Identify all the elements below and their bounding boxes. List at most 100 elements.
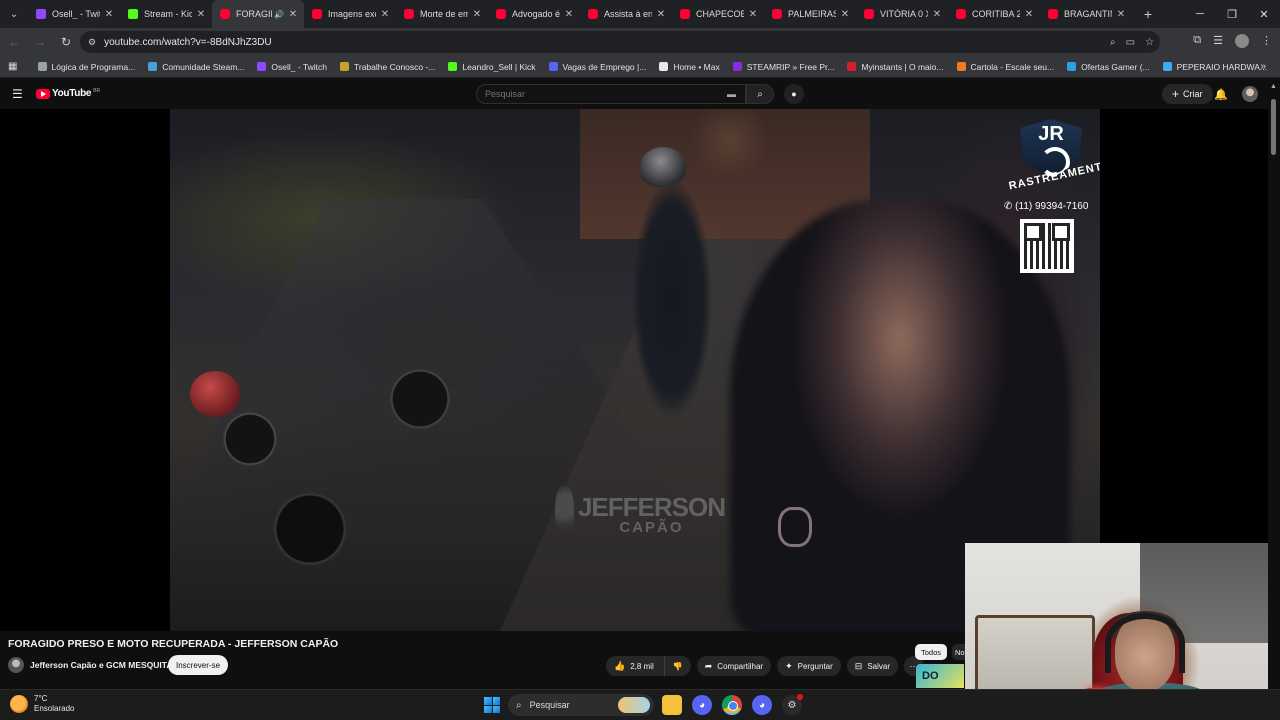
browser-tab[interactable]: Imagens exc ✕ xyxy=(304,0,396,28)
tab-close-icon[interactable]: ✕ xyxy=(472,9,482,20)
tab-close-icon[interactable]: ✕ xyxy=(932,9,942,20)
browser-tool-icons: ⧉ ☰ ⋮ xyxy=(1193,34,1272,48)
watermark-text: JEFFERSON CAPÃO xyxy=(578,494,726,535)
browser-menu-icon[interactable]: ⋮ xyxy=(1261,34,1272,48)
tab-close-icon[interactable]: ✕ xyxy=(1116,9,1126,20)
dislike-button[interactable]: 👎 xyxy=(664,656,691,676)
browser-tab[interactable]: BRAGANTIN ✕ xyxy=(1040,0,1132,28)
taskbar-search[interactable]: ⌕ Pesquisar xyxy=(508,694,654,716)
tab-title: Advogado é xyxy=(512,9,560,19)
tab-search-menu-button[interactable]: ⌄ xyxy=(0,0,28,28)
bookmark-item[interactable]: Leandro_Sell | Kick xyxy=(448,62,536,72)
recommended-thumbnail[interactable]: DO xyxy=(916,664,964,688)
bookmark-item[interactable]: Cartola - Escale seu... xyxy=(956,62,1054,72)
discord-icon[interactable]: ◕ xyxy=(692,695,712,715)
browser-tab[interactable]: Advogado é ✕ xyxy=(488,0,580,28)
browser-tab[interactable]: Osell_ - Twitch ✕ xyxy=(28,0,120,28)
reload-button[interactable]: ↻ xyxy=(54,30,78,54)
more-bookmarks-icon[interactable]: » xyxy=(1260,61,1266,72)
site-info-icon[interactable]: ⚙ xyxy=(88,37,96,48)
tab-close-icon[interactable]: ✕ xyxy=(380,9,390,20)
bookmark-label: Ofertas Gamer (... xyxy=(1081,61,1150,72)
windows-start-button[interactable] xyxy=(484,697,500,713)
file-explorer-icon[interactable] xyxy=(662,695,682,715)
bookmark-item[interactable]: Myinstants | O maio... xyxy=(847,62,944,72)
youtube-account-avatar[interactable] xyxy=(1242,86,1258,102)
youtube-icon xyxy=(496,9,506,19)
save-button[interactable]: ⊟ Salvar xyxy=(846,656,899,676)
scrollbar-thumb[interactable] xyxy=(1271,99,1276,155)
voice-search-button[interactable]: ● xyxy=(784,84,804,104)
bookmark-favicon-icon xyxy=(148,62,158,71)
bookmark-star-icon[interactable]: ☆ xyxy=(1145,37,1154,48)
tab-close-icon[interactable]: ✕ xyxy=(748,9,758,20)
browser-tab[interactable]: Stream - Kick ✕ xyxy=(120,0,212,28)
extensions-icon[interactable]: ⧉ xyxy=(1193,34,1201,48)
create-button[interactable]: + Criar xyxy=(1162,84,1213,104)
browser-tab[interactable]: Morte de em ✕ xyxy=(396,0,488,28)
like-button[interactable]: 👍 2,8 mil xyxy=(606,656,665,676)
tab-close-icon[interactable]: ✕ xyxy=(840,9,850,20)
cast-icon[interactable]: ▭ xyxy=(1126,37,1135,48)
youtube-wordmark: YouTube xyxy=(52,88,92,99)
tab-close-icon[interactable]: ✕ xyxy=(656,9,666,20)
browser-tab[interactable]: PALMEIRAS ✕ xyxy=(764,0,856,28)
apps-grid-icon[interactable]: ▦ xyxy=(8,61,24,72)
like-dislike-group: 👍 2,8 mil 👎 xyxy=(606,656,691,676)
youtube-logo[interactable]: YouTube BR xyxy=(36,88,100,99)
bookmark-item[interactable]: Osell_ - Twitch xyxy=(257,62,327,72)
scroll-up-arrow-icon[interactable]: ▲ xyxy=(1270,83,1277,90)
youtube-search-input[interactable] xyxy=(485,89,715,99)
share-button[interactable]: ➦ Compartilhar xyxy=(696,656,772,676)
filter-chip-all[interactable]: Todos xyxy=(915,644,948,660)
hamburger-menu-icon[interactable]: ☰ xyxy=(12,87,23,101)
browser-tab[interactable]: Assista à en ✕ xyxy=(580,0,672,28)
bookmark-item[interactable]: Trabalhe Conosco -... xyxy=(340,62,435,72)
page-scrollbar[interactable]: ▲ xyxy=(1268,79,1280,689)
start-logo-pane xyxy=(492,705,500,713)
youtube-search-button[interactable]: ⌕ xyxy=(746,84,774,104)
forward-button[interactable]: → xyxy=(28,30,52,54)
bookmark-item[interactable]: STEAMRIP » Free Pr... xyxy=(732,62,834,72)
filter-chip-next[interactable]: No xyxy=(952,644,966,660)
close-window-button[interactable]: ✕ xyxy=(1248,0,1280,28)
profile-avatar[interactable] xyxy=(1235,34,1249,48)
maximize-button[interactable]: ❐ xyxy=(1216,0,1248,28)
channel-name[interactable]: Jefferson Capão e GCM MESQUITA xyxy=(30,660,172,670)
browser-tab[interactable]: CHAPECOEN ✕ xyxy=(672,0,764,28)
tab-close-icon[interactable]: ✕ xyxy=(288,9,298,20)
address-bar[interactable]: ⚙ youtube.com/watch?v=-8BdNJhZ3DU ⌕ ▭ ☆ xyxy=(80,31,1160,53)
discord-canary-icon[interactable]: ◕ xyxy=(752,695,772,715)
weather-widget[interactable]: 7°C Ensolarado xyxy=(10,694,74,715)
tab-close-icon[interactable]: ✕ xyxy=(196,9,206,20)
bookmark-item[interactable]: Comunidade Steam... xyxy=(148,62,244,72)
zoom-icon[interactable]: ⌕ xyxy=(1110,37,1116,48)
channel-avatar[interactable] xyxy=(8,657,24,673)
sponsor-phone-number: (11) 99394-7160 xyxy=(1015,201,1089,212)
bookmark-item[interactable]: Ofertas Gamer (... xyxy=(1067,62,1150,72)
bookmark-item[interactable]: Home • Max xyxy=(659,62,720,72)
browser-tab[interactable]: VITÓRIA 0 X ✕ xyxy=(856,0,948,28)
bookmark-item[interactable]: Lógica de Programa... xyxy=(37,62,135,72)
keyboard-icon[interactable]: ▬ xyxy=(727,89,736,99)
browser-tab[interactable]: CORITIBA 2 ✕ xyxy=(948,0,1040,28)
back-button[interactable]: ← xyxy=(2,30,26,54)
tab-close-icon[interactable]: ✕ xyxy=(104,9,114,20)
bookmark-item[interactable]: Vagas de Emprego |... xyxy=(548,62,646,72)
bookmark-item[interactable]: PEPERAIO HARDWA... xyxy=(1162,62,1267,72)
tab-close-icon[interactable]: ✕ xyxy=(1024,9,1034,20)
notifications-bell-icon[interactable]: 🔔 xyxy=(1214,88,1228,101)
steam-icon[interactable]: ⚙ xyxy=(782,694,803,715)
chrome-icon[interactable] xyxy=(722,695,742,715)
reading-list-icon[interactable]: ☰ xyxy=(1213,34,1223,48)
new-tab-button[interactable]: + xyxy=(1138,6,1158,22)
browser-tab[interactable]: FORAGIDO🔊 ✕ xyxy=(212,0,304,28)
twitch-icon xyxy=(36,9,46,19)
subscribe-button[interactable]: Inscrever-se xyxy=(168,655,229,675)
ask-button[interactable]: ✦ Perguntar xyxy=(777,656,841,676)
minimize-button[interactable]: ─ xyxy=(1184,0,1216,28)
search-icon: ⌕ xyxy=(516,699,522,711)
tab-audio-icon[interactable]: 🔊 xyxy=(274,10,284,19)
tab-close-icon[interactable]: ✕ xyxy=(564,9,574,20)
video-player[interactable]: JEFFERSON CAPÃO JR RASTREAMENTO ✆ (11) 9… xyxy=(170,109,1100,631)
